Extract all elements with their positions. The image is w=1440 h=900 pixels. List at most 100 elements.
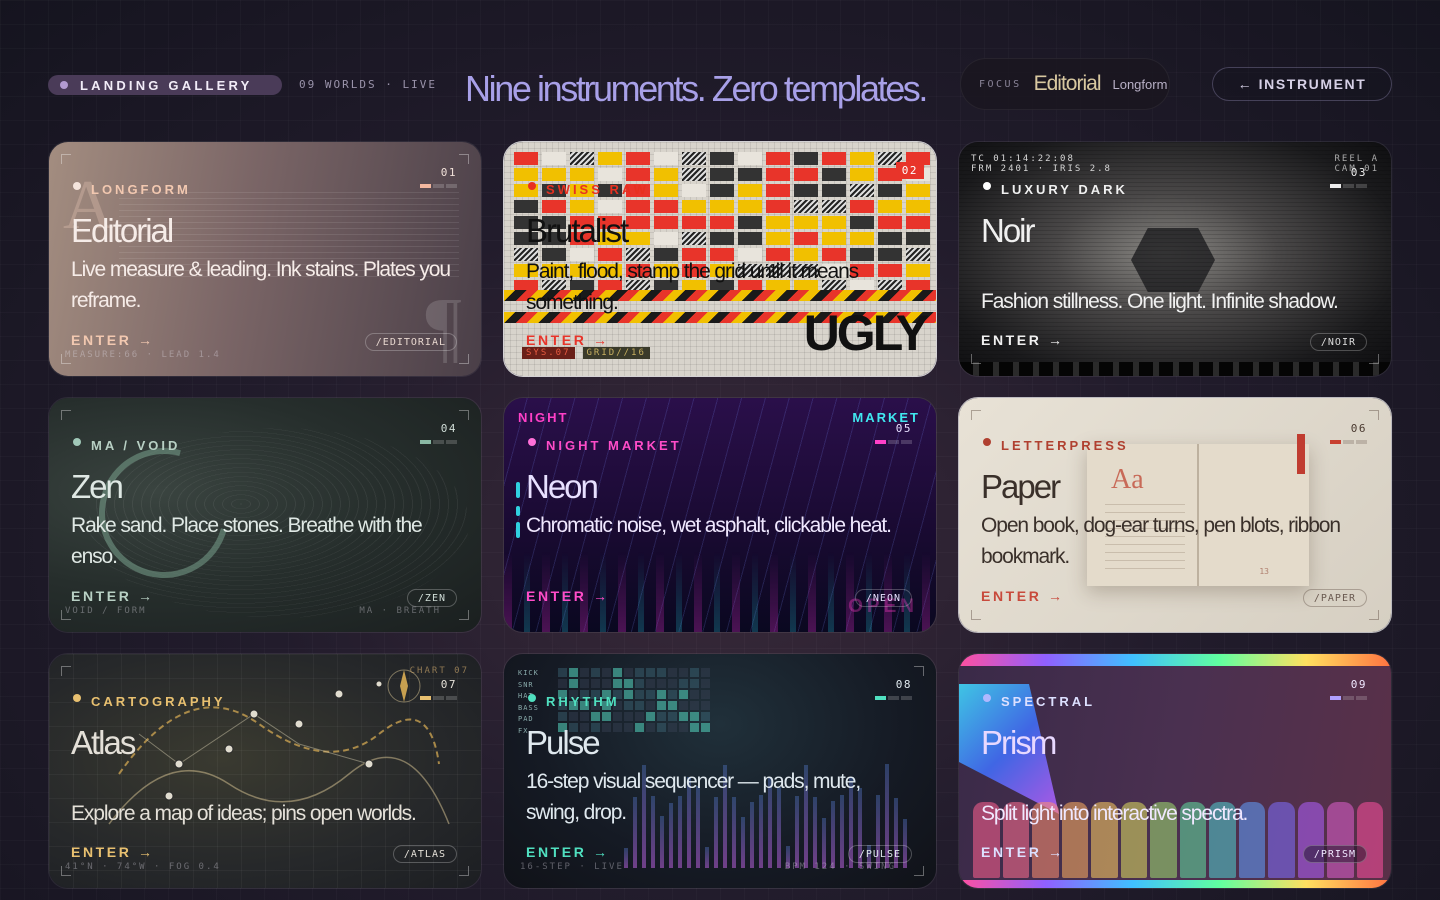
paint-cell[interactable] xyxy=(626,216,650,229)
sequencer-pad[interactable] xyxy=(646,668,655,677)
card-neon[interactable]: NIGHT MARKET OPEN 05 NIGHT MARKET Neon C… xyxy=(503,397,937,633)
sequencer-pad[interactable] xyxy=(657,679,666,688)
ribbon-bookmark-icon[interactable] xyxy=(1297,434,1305,474)
sequencer-pad[interactable] xyxy=(679,701,688,710)
paint-cell[interactable] xyxy=(682,216,706,229)
sequencer-pad[interactable] xyxy=(635,679,644,688)
sequencer-pad[interactable] xyxy=(668,712,677,721)
paint-cell[interactable] xyxy=(626,168,650,181)
sequencer-pad[interactable] xyxy=(679,690,688,699)
paint-cell[interactable] xyxy=(654,216,678,229)
sequencer-pad[interactable] xyxy=(646,712,655,721)
enter-link[interactable]: ENTER → xyxy=(526,844,610,860)
paint-cell[interactable] xyxy=(626,232,650,245)
paint-cell[interactable] xyxy=(794,168,818,181)
paint-cell[interactable] xyxy=(682,200,706,213)
card-atlas[interactable]: CHART 07 07 CARTOGRAPHY Atlas Explore a … xyxy=(48,653,482,889)
paint-cell[interactable] xyxy=(598,152,622,165)
sequencer-pad[interactable] xyxy=(580,668,589,677)
paint-cell[interactable] xyxy=(542,152,566,165)
paint-cell[interactable] xyxy=(906,200,930,213)
sequencer-pad[interactable] xyxy=(679,679,688,688)
sequencer-pad[interactable] xyxy=(668,679,677,688)
paint-cell[interactable] xyxy=(766,232,790,245)
paint-cell[interactable] xyxy=(794,216,818,229)
sequencer-pad[interactable] xyxy=(679,712,688,721)
enter-link[interactable]: ENTER → xyxy=(981,844,1065,860)
instrument-button[interactable]: ← INSTRUMENT xyxy=(1212,67,1392,101)
sequencer-pad[interactable] xyxy=(657,690,666,699)
route-slug[interactable]: /NEON xyxy=(854,589,912,607)
paint-cell[interactable] xyxy=(794,184,818,197)
paint-cell[interactable] xyxy=(682,168,706,181)
sequencer-pad[interactable] xyxy=(635,701,644,710)
sequencer-pad[interactable] xyxy=(701,701,710,710)
paint-cell[interactable] xyxy=(794,200,818,213)
paint-cell[interactable] xyxy=(738,232,762,245)
paint-cell[interactable] xyxy=(570,168,594,181)
paint-cell[interactable] xyxy=(766,216,790,229)
paint-cell[interactable] xyxy=(794,232,818,245)
paint-cell[interactable] xyxy=(682,184,706,197)
sequencer-pad[interactable] xyxy=(613,679,622,688)
sequencer-pad[interactable] xyxy=(569,668,578,677)
paint-cell[interactable] xyxy=(654,168,678,181)
paint-cell[interactable] xyxy=(794,152,818,165)
card-prism[interactable]: 09 SPECTRAL Prism Split light into inter… xyxy=(958,653,1392,889)
sequencer-pad[interactable] xyxy=(668,690,677,699)
paint-cell[interactable] xyxy=(710,200,734,213)
enter-link[interactable]: ENTER → xyxy=(526,332,610,348)
card-brutalist[interactable]: 02 SWISS RAW Brutalist Paint, flood, sta… xyxy=(503,141,937,377)
paint-cell[interactable] xyxy=(878,232,902,245)
sequencer-pad[interactable] xyxy=(591,668,600,677)
paint-cell[interactable] xyxy=(682,232,706,245)
paint-cell[interactable] xyxy=(906,264,930,277)
paint-cell[interactable] xyxy=(906,184,930,197)
sequencer-pad[interactable] xyxy=(613,712,622,721)
paint-cell[interactable] xyxy=(906,232,930,245)
paint-cell[interactable] xyxy=(878,200,902,213)
paint-cell[interactable] xyxy=(738,168,762,181)
sequencer-pad[interactable] xyxy=(624,668,633,677)
paint-cell[interactable] xyxy=(738,184,762,197)
sequencer-pad[interactable] xyxy=(635,690,644,699)
sequencer-pad[interactable] xyxy=(624,712,633,721)
sequencer-pad[interactable] xyxy=(635,712,644,721)
focus-pill[interactable]: FOCUS Editorial Longform xyxy=(960,58,1170,110)
sequencer-pad[interactable] xyxy=(701,668,710,677)
paint-cell[interactable] xyxy=(514,152,538,165)
paint-cell[interactable] xyxy=(598,168,622,181)
sequencer-pad[interactable] xyxy=(580,679,589,688)
paint-cell[interactable] xyxy=(654,184,678,197)
paint-cell[interactable] xyxy=(850,200,874,213)
sequencer-pad[interactable] xyxy=(635,723,644,732)
sequencer-pad[interactable] xyxy=(558,679,567,688)
paint-cell[interactable] xyxy=(878,216,902,229)
paint-cell[interactable] xyxy=(850,184,874,197)
paint-cell[interactable] xyxy=(570,152,594,165)
paint-cell[interactable] xyxy=(514,168,538,181)
paint-cell[interactable] xyxy=(906,216,930,229)
sequencer-pad[interactable] xyxy=(591,679,600,688)
paint-cell[interactable] xyxy=(654,152,678,165)
enter-link[interactable]: ENTER → xyxy=(71,844,155,860)
paint-cell[interactable] xyxy=(906,248,930,261)
sequencer-pad[interactable] xyxy=(701,723,710,732)
sequencer-pad[interactable] xyxy=(613,668,622,677)
paint-cell[interactable] xyxy=(822,168,846,181)
sequencer-pad[interactable] xyxy=(602,668,611,677)
sequencer-pad[interactable] xyxy=(558,712,567,721)
paint-cell[interactable] xyxy=(878,184,902,197)
card-zen[interactable]: 04 MA / VOID Zen Rake sand. Place stones… xyxy=(48,397,482,633)
paint-cell[interactable] xyxy=(710,216,734,229)
sequencer-pad[interactable] xyxy=(701,712,710,721)
sequencer-pad[interactable] xyxy=(624,679,633,688)
enter-link[interactable]: ENTER → xyxy=(981,332,1065,348)
enter-link[interactable]: ENTER → xyxy=(71,332,155,348)
enter-link[interactable]: ENTER → xyxy=(71,588,155,604)
route-slug[interactable]: /NOIR xyxy=(1309,333,1367,351)
sequencer-pad[interactable] xyxy=(646,701,655,710)
paint-cell[interactable] xyxy=(542,168,566,181)
paint-cell[interactable] xyxy=(626,200,650,213)
paint-cell[interactable] xyxy=(766,200,790,213)
